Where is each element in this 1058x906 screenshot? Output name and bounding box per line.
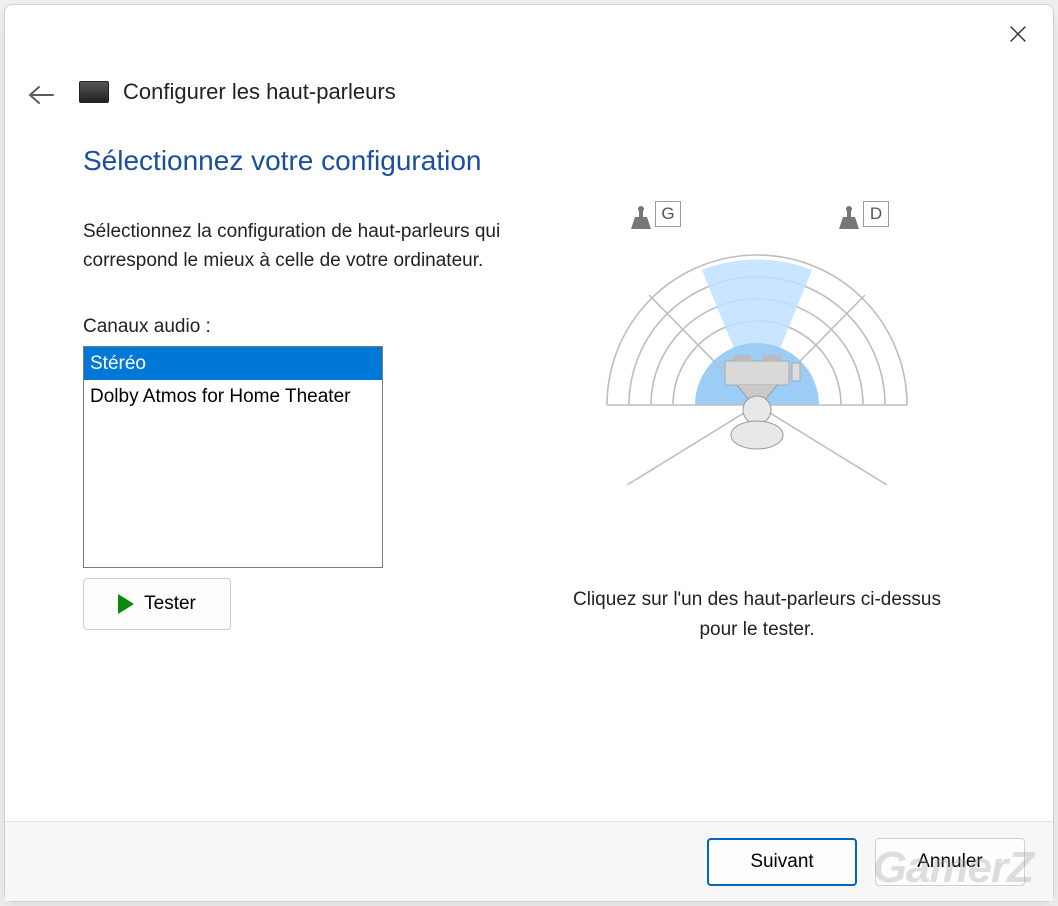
next-button[interactable]: Suivant xyxy=(707,838,857,886)
channel-option-stereo[interactable]: Stéréo xyxy=(84,347,382,380)
channels-listbox[interactable]: Stéréo Dolby Atmos for Home Theater xyxy=(83,346,383,568)
speaker-left-label: G xyxy=(655,201,681,227)
close-icon[interactable] xyxy=(1007,23,1031,47)
section-description: Sélectionnez la configuration de haut-pa… xyxy=(83,217,519,276)
channel-option-dolby[interactable]: Dolby Atmos for Home Theater xyxy=(84,380,382,413)
speaker-setup-dialog: Configurer les haut-parleurs Sélectionne… xyxy=(4,4,1054,902)
section-heading: Sélectionnez votre configuration xyxy=(83,145,519,177)
diagram-hint: Cliquez sur l'un des haut-parleurs ci-de… xyxy=(557,585,957,646)
cancel-button[interactable]: Annuler xyxy=(875,838,1025,886)
dialog-title: Configurer les haut-parleurs xyxy=(123,79,396,105)
right-column: G D xyxy=(539,145,975,821)
dialog-header: Configurer les haut-parleurs xyxy=(5,5,1053,105)
soundwave-icon xyxy=(587,235,927,515)
speaker-right-label: D xyxy=(863,201,889,227)
channels-label: Canaux audio : xyxy=(83,316,519,338)
play-icon xyxy=(118,594,134,614)
test-button[interactable]: Tester xyxy=(83,578,231,630)
monitor-icon xyxy=(79,81,109,103)
left-column: Sélectionnez votre configuration Sélecti… xyxy=(83,145,519,821)
dialog-footer: Suivant Annuler GamerZ xyxy=(5,821,1053,901)
dialog-content: Sélectionnez votre configuration Sélecti… xyxy=(5,105,1053,821)
back-icon[interactable] xyxy=(27,85,57,115)
test-button-label: Tester xyxy=(144,593,196,615)
speaker-diagram: G D xyxy=(587,205,927,525)
